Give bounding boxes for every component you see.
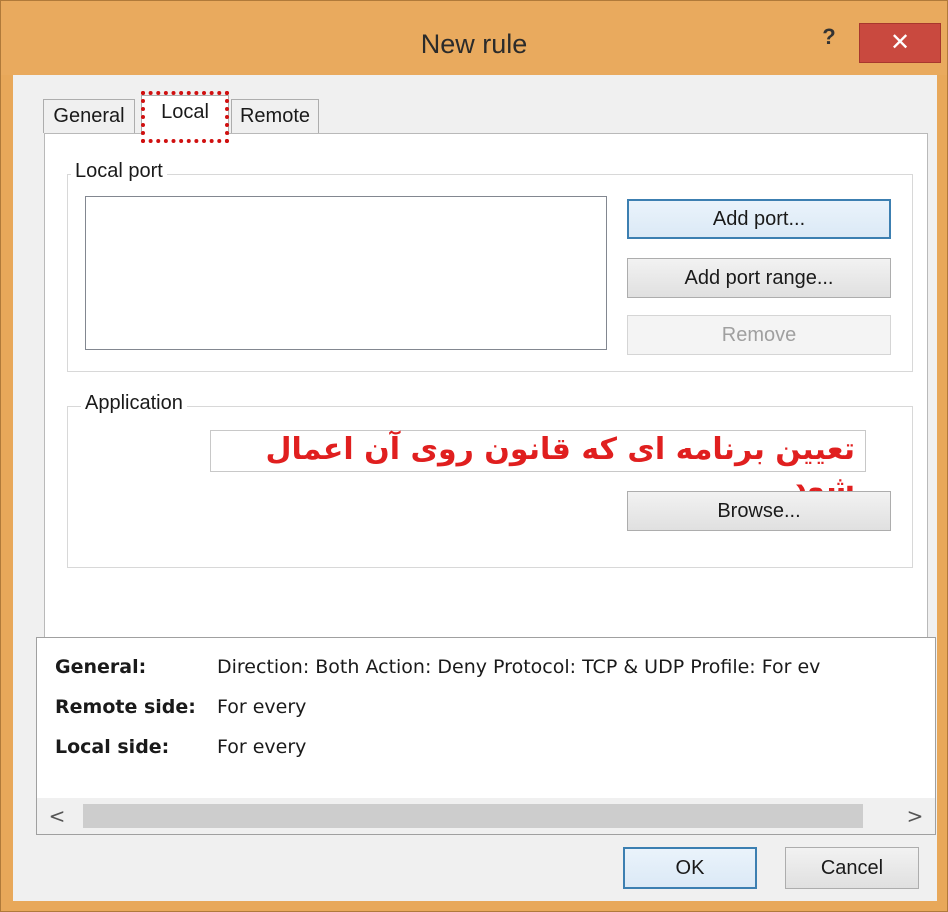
title-bar[interactable]: New rule ? ✕: [1, 1, 947, 75]
close-icon: ✕: [889, 29, 911, 56]
scroll-left-icon[interactable]: <: [43, 802, 71, 830]
summary-row-local: Local side: For every: [55, 736, 306, 758]
tab-general[interactable]: General: [43, 99, 135, 133]
local-port-label: Local port: [71, 160, 167, 183]
scroll-thumb[interactable]: [83, 804, 863, 828]
rule-summary: General: Direction: Both Action: Deny Pr…: [36, 637, 936, 835]
cancel-button[interactable]: Cancel: [785, 847, 919, 889]
dialog-title: New rule: [420, 29, 528, 59]
close-button[interactable]: ✕: [859, 23, 941, 63]
ok-button[interactable]: OK: [623, 847, 757, 889]
horizontal-scrollbar[interactable]: < >: [37, 798, 935, 834]
browse-button[interactable]: Browse...: [627, 491, 891, 531]
tab-remote[interactable]: Remote: [231, 99, 319, 133]
application-annotation: تعیین برنامه ای که قانون روی آن اعمال شو…: [210, 430, 866, 505]
add-port-range-button[interactable]: Add port range...: [627, 258, 891, 298]
summary-general-key: General:: [55, 656, 147, 678]
summary-row-remote: Remote side: For every: [55, 696, 306, 718]
tab-highlight-marker: [141, 91, 229, 143]
summary-remote-key: Remote side:: [55, 696, 196, 718]
new-rule-dialog: New rule ? ✕ General Local Remote Local …: [0, 0, 948, 912]
summary-row-general: General: Direction: Both Action: Deny Pr…: [55, 656, 820, 678]
help-icon[interactable]: ?: [813, 23, 845, 51]
application-label: Application: [81, 392, 187, 415]
remove-button[interactable]: Remove: [627, 315, 891, 355]
tab-panel-local: Local port Add port... Add port range...…: [44, 133, 928, 678]
scroll-right-icon[interactable]: >: [901, 802, 929, 830]
add-port-button[interactable]: Add port...: [627, 199, 891, 239]
summary-local-value: For every: [217, 736, 307, 758]
summary-local-key: Local side:: [55, 736, 170, 758]
dialog-body: General Local Remote Local port Add port…: [13, 75, 937, 901]
summary-general-value: Direction: Both Action: Deny Protocol: T…: [217, 656, 821, 678]
local-port-list[interactable]: [85, 196, 607, 350]
summary-remote-value: For every: [217, 696, 307, 718]
